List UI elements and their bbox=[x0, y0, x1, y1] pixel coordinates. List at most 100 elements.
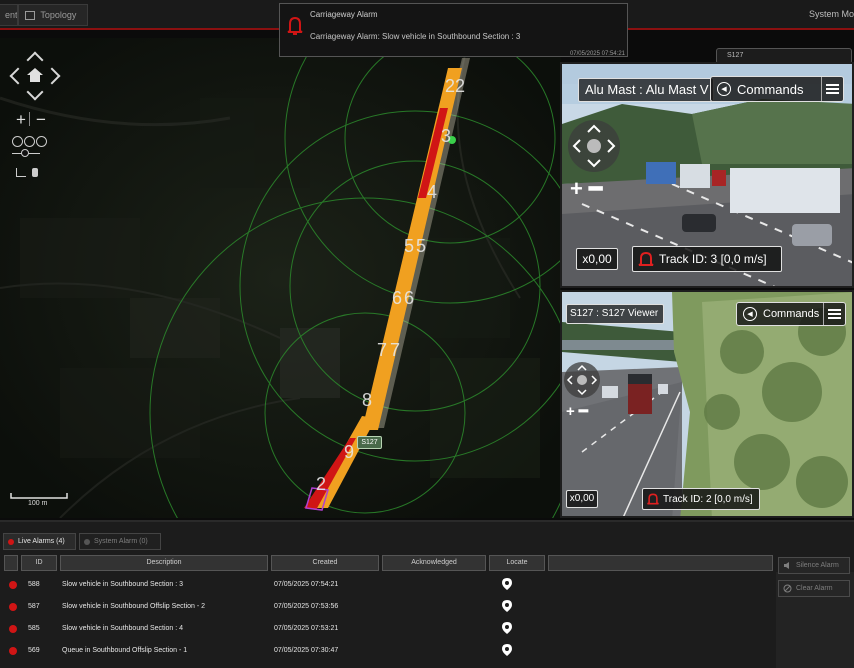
camera-1-title: Alu Mast : Alu Mast V bbox=[578, 78, 714, 102]
table-row[interactable]: 588 Slow vehicle in Southbound Section :… bbox=[4, 574, 774, 596]
section-label: 5 bbox=[404, 236, 414, 256]
alarm-description: Slow vehicle in Southbound Section : 4 bbox=[62, 625, 184, 632]
commands-icon: ◀ bbox=[743, 307, 757, 321]
scale-bar bbox=[10, 493, 68, 499]
sensor-tag[interactable]: S127 bbox=[357, 436, 382, 449]
column-header-id[interactable]: ID bbox=[21, 555, 57, 571]
locate-pin-icon[interactable] bbox=[502, 578, 512, 590]
alarm-id: 569 bbox=[28, 647, 40, 654]
map-canvas: 22 3 4 5 5 6 6 7 7 8 9 2 bbox=[0, 38, 561, 518]
alarm-description: Slow vehicle in Southbound Section : 3 bbox=[62, 581, 184, 588]
pan-right-icon[interactable] bbox=[43, 67, 61, 85]
pan-down-icon[interactable] bbox=[26, 83, 44, 101]
column-header-extra bbox=[548, 555, 773, 571]
measure-icon[interactable] bbox=[16, 168, 26, 177]
tab-live-alarms-label: Live Alarms (4) bbox=[18, 538, 65, 545]
camera-1-track-info: Track ID: 3 [0,0 m/s] bbox=[632, 246, 782, 272]
menu-icon[interactable] bbox=[823, 303, 845, 325]
column-header-description[interactable]: Description bbox=[60, 555, 268, 571]
tab-system-alarms[interactable]: System Alarm (0) bbox=[79, 533, 161, 550]
section-label: 9 bbox=[344, 442, 354, 462]
home-icon[interactable] bbox=[26, 67, 44, 83]
alarm-id: 585 bbox=[28, 625, 40, 632]
camera-2-commands-button[interactable]: ◀ Commands bbox=[736, 302, 846, 326]
column-header-status[interactable] bbox=[4, 555, 18, 571]
lock-icon[interactable] bbox=[32, 168, 38, 177]
alarm-created: 07/05/2025 07:30:47 bbox=[274, 647, 339, 654]
map-view[interactable]: 22 3 4 5 5 6 6 7 7 8 9 2 + − 100 m S127 bbox=[0, 38, 561, 518]
locate-pin-icon[interactable] bbox=[502, 600, 512, 612]
camera-1-zoom-buttons[interactable]: + ━ bbox=[570, 176, 602, 202]
speaker-icon bbox=[784, 562, 789, 569]
ptz-control[interactable] bbox=[564, 362, 600, 398]
silence-alarm-button[interactable]: Silence Alarm bbox=[778, 557, 850, 574]
layer-toggles[interactable] bbox=[12, 136, 47, 147]
camera-2-track-info: Track ID: 2 [0,0 m/s] bbox=[642, 488, 760, 510]
camera-2-title: S127 : S127 Viewer bbox=[566, 304, 664, 324]
system-alarm-dot-icon bbox=[84, 539, 90, 545]
alarms-table-header: ID Description Created Acknowledged Loca… bbox=[4, 555, 774, 571]
locate-pin-icon[interactable] bbox=[502, 622, 512, 634]
camera-2-zoom-indicator: x0,00 bbox=[566, 490, 598, 508]
table-row[interactable]: 569 Queue in Southbound Offslip Section … bbox=[4, 640, 774, 662]
tab-event-label: ent bbox=[5, 10, 18, 20]
section-label: 3 bbox=[441, 126, 451, 146]
section-label: 6 bbox=[392, 288, 402, 308]
alarm-description: Queue in Southbound Offslip Section - 1 bbox=[62, 647, 188, 654]
alarm-description: Slow vehicle in Southbound Offslip Secti… bbox=[62, 603, 206, 610]
notification-timestamp: 07/05/2025 07:54:21 bbox=[569, 51, 625, 57]
camera-panel-1[interactable]: Alu Mast : Alu Mast V ◀ Commands + ━ x0,… bbox=[560, 62, 854, 288]
pan-left-icon[interactable] bbox=[9, 67, 27, 85]
column-header-acknowledged[interactable]: Acknowledged bbox=[382, 555, 486, 571]
section-label: 4 bbox=[427, 182, 437, 202]
alarm-status-icon bbox=[9, 647, 17, 655]
locate-pin-icon[interactable] bbox=[502, 644, 512, 656]
table-row[interactable]: 585 Slow vehicle in Southbound Section :… bbox=[4, 618, 774, 640]
pan-up-icon[interactable] bbox=[26, 51, 44, 69]
column-header-created[interactable]: Created bbox=[271, 555, 379, 571]
tab-topology[interactable]: Topology bbox=[18, 4, 88, 26]
alarm-status-icon bbox=[9, 581, 17, 589]
tab-topology-label: Topology bbox=[40, 10, 77, 20]
alarm-notification[interactable]: Carriageway Alarm Carriageway Alarm: Slo… bbox=[279, 3, 628, 57]
camera-1-commands-button[interactable]: ◀ Commands bbox=[710, 76, 844, 102]
camera-2-zoom-buttons[interactable]: + ━ bbox=[566, 402, 588, 420]
zoom-slider-handle[interactable] bbox=[21, 149, 29, 157]
ptz-control[interactable] bbox=[568, 120, 620, 172]
alarms-panel: Live Alarms (4) System Alarm (0) ID Desc… bbox=[0, 520, 854, 668]
bell-icon bbox=[287, 16, 303, 35]
zoom-divider bbox=[29, 112, 30, 126]
section-label: 6 bbox=[404, 288, 414, 308]
tab-system-alarms-label: System Alarm (0) bbox=[94, 538, 148, 545]
clear-alarm-button[interactable]: Clear Alarm bbox=[778, 580, 850, 597]
bell-icon bbox=[638, 251, 654, 266]
camera-panel-2[interactable]: S127 : S127 Viewer ◀ Commands + ━ x0,00 … bbox=[560, 290, 854, 518]
ptz-arrows-icon bbox=[572, 124, 616, 168]
section-label: 8 bbox=[362, 390, 372, 410]
alarm-id: 588 bbox=[28, 581, 40, 588]
silence-alarm-label: Silence Alarm bbox=[796, 562, 839, 569]
tab-live-alarms[interactable]: Live Alarms (4) bbox=[3, 533, 76, 550]
table-row[interactable]: 587 Slow vehicle in Southbound Offslip S… bbox=[4, 596, 774, 618]
camera-1-track-label: Track ID: 3 [0,0 m/s] bbox=[659, 252, 767, 266]
section-label: 7 bbox=[377, 340, 387, 360]
alarm-status-icon bbox=[9, 603, 17, 611]
alarm-id: 587 bbox=[28, 603, 40, 610]
section-label: 7 bbox=[390, 340, 400, 360]
section-label: 5 bbox=[416, 236, 426, 256]
ptz-arrows-icon bbox=[566, 364, 598, 396]
section-label: 2 bbox=[316, 474, 326, 494]
camera-1-zoom-indicator: x0,00 bbox=[576, 248, 618, 270]
column-header-locate[interactable]: Locate bbox=[489, 555, 545, 571]
tab-event[interactable]: ent bbox=[0, 4, 18, 26]
notification-title: Carriageway Alarm bbox=[310, 10, 378, 19]
menu-icon[interactable] bbox=[821, 77, 843, 101]
camera-header-label: S127 bbox=[727, 52, 744, 59]
zoom-out-button[interactable]: − bbox=[36, 111, 46, 128]
commands-label: Commands bbox=[763, 308, 820, 320]
alarm-created: 07/05/2025 07:54:21 bbox=[274, 581, 339, 588]
notification-message: Carriageway Alarm: Slow vehicle in South… bbox=[310, 32, 521, 41]
zoom-in-button[interactable]: + bbox=[16, 111, 26, 128]
live-alarm-dot-icon bbox=[8, 539, 14, 545]
camera-2-track-label: Track ID: 2 [0,0 m/s] bbox=[663, 493, 753, 505]
